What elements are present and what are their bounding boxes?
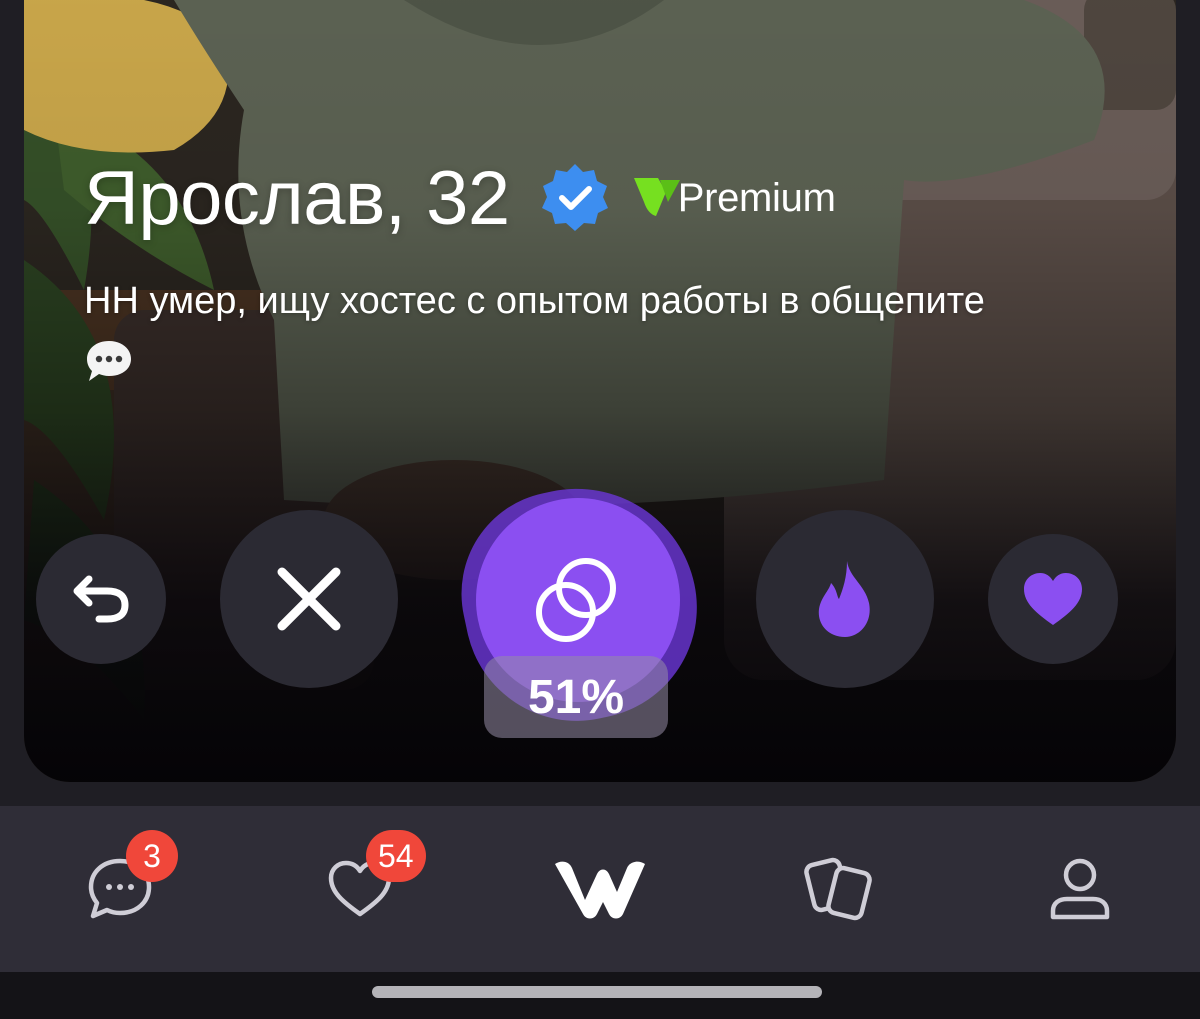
person-icon	[1050, 858, 1110, 920]
rings-icon	[536, 558, 616, 642]
verified-badge-icon	[541, 164, 608, 231]
match-percent: 51%	[484, 656, 668, 738]
cards-icon	[804, 857, 872, 921]
nav-item-chats[interactable]: 3	[50, 806, 190, 972]
chats-badge: 3	[126, 830, 178, 882]
screen: Ярослав, 32 Premium НН умер, ищу хостес …	[0, 0, 1200, 1019]
nav-item-home[interactable]	[530, 806, 670, 972]
undo-icon	[73, 575, 129, 623]
superlike-button[interactable]	[756, 510, 934, 688]
premium-logo-icon	[633, 178, 680, 216]
flame-icon	[818, 561, 870, 637]
premium-badge: Premium	[632, 172, 836, 224]
name-row: Ярослав, 32 Premium	[84, 148, 836, 248]
premium-label: Premium	[677, 175, 836, 220]
heart-icon	[1024, 573, 1082, 625]
bottom-nav: 3 54	[0, 806, 1200, 972]
profile-bio: НН умер, ищу хостес с опытом работы в об…	[84, 280, 985, 322]
home-indicator[interactable]	[372, 986, 822, 998]
dislike-button[interactable]	[220, 510, 398, 688]
app-logo-icon	[555, 861, 645, 919]
close-icon	[277, 567, 341, 631]
nav-item-profile[interactable]	[1010, 806, 1150, 972]
speech-bubble-icon	[87, 341, 131, 381]
likes-badge: 54	[366, 830, 426, 882]
nav-item-cards[interactable]	[770, 806, 910, 972]
profile-name-age: Ярослав, 32	[84, 155, 510, 241]
undo-button[interactable]	[36, 534, 166, 664]
like-button[interactable]	[988, 534, 1118, 664]
nav-item-likes[interactable]: 54	[290, 806, 430, 972]
